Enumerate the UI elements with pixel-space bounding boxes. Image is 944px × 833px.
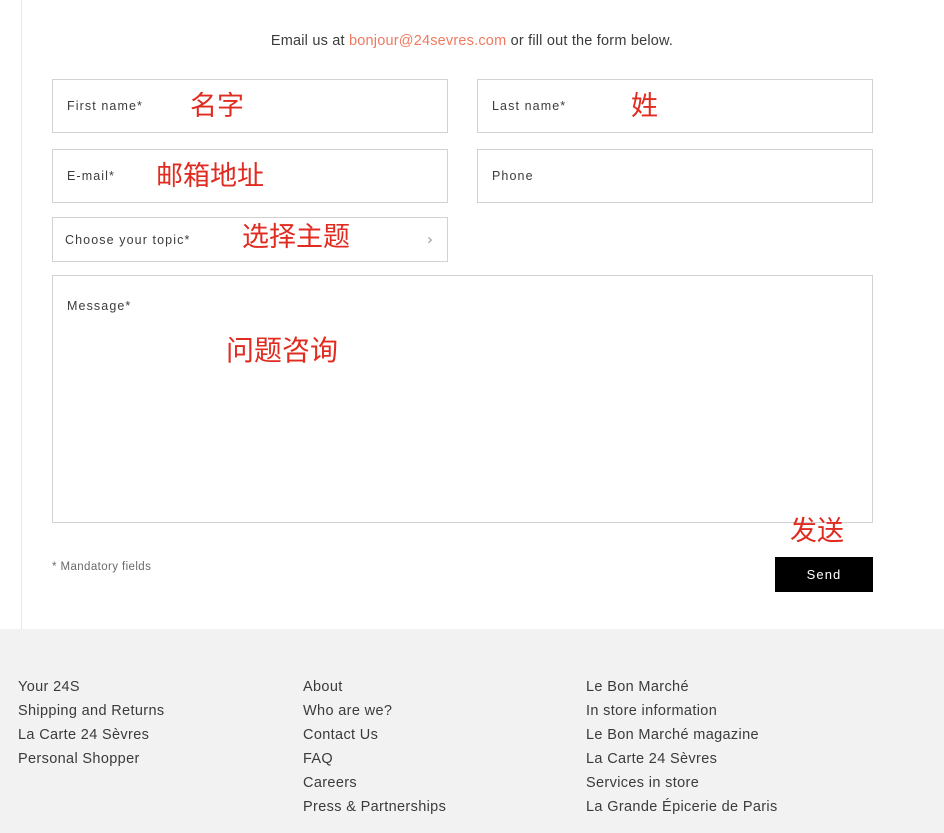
footer-column-about: About Who are we? Contact Us FAQ Careers… (303, 675, 573, 819)
footer-link[interactable]: Your 24S (18, 675, 288, 699)
phone-label: Phone (492, 169, 534, 183)
footer-link[interactable]: FAQ (303, 747, 573, 771)
footer-link[interactable]: La Grande Épicerie de Paris (586, 795, 886, 819)
footer-column-your-24s: Your 24S Shipping and Returns La Carte 2… (18, 675, 288, 771)
footer-link[interactable]: In store information (586, 699, 886, 723)
last-name-label: Last name* (492, 99, 567, 113)
phone-field[interactable]: Phone (477, 149, 873, 203)
footer-columns: Your 24S Shipping and Returns La Carte 2… (0, 629, 944, 833)
footer-link[interactable]: Personal Shopper (18, 747, 288, 771)
message-label: Message* (67, 299, 132, 313)
footer-link[interactable]: Services in store (586, 771, 886, 795)
email-label: E-mail* (67, 169, 115, 183)
footer-link[interactable]: Who are we? (303, 699, 573, 723)
footer-link[interactable]: Contact Us (303, 723, 573, 747)
send-button[interactable]: Send (775, 557, 873, 592)
email-annotation: 邮箱地址 (156, 161, 264, 192)
mandatory-fields-note: * Mandatory fields (52, 561, 152, 573)
first-name-label: First name* (67, 99, 144, 113)
send-annotation: 发送 (790, 516, 844, 547)
first-name-field[interactable]: First name* (52, 79, 448, 133)
footer-link[interactable]: La Carte 24 Sèvres (586, 747, 886, 771)
first-name-annotation: 名字 (190, 91, 244, 122)
footer-link[interactable]: Le Bon Marché magazine (586, 723, 886, 747)
footer-link[interactable]: Shipping and Returns (18, 699, 288, 723)
last-name-field[interactable]: Last name* (477, 79, 873, 133)
message-annotation: 问题咨询 (226, 334, 339, 367)
topic-label: Choose your topic* (65, 232, 191, 247)
footer-link[interactable]: Press & Partnerships (303, 795, 573, 819)
footer-link[interactable]: About (303, 675, 573, 699)
contact-form: First name* 名字 Last name* 姓 E-mail* 邮箱地址… (0, 0, 944, 629)
footer-link[interactable]: Careers (303, 771, 573, 795)
footer-link[interactable]: La Carte 24 Sèvres (18, 723, 288, 747)
topic-annotation: 选择主题 (242, 222, 350, 253)
site-footer: Your 24S Shipping and Returns La Carte 2… (0, 629, 944, 833)
footer-column-le-bon-marche: Le Bon Marché In store information Le Bo… (586, 675, 886, 819)
footer-link[interactable]: Le Bon Marché (586, 675, 886, 699)
last-name-annotation: 姓 (631, 91, 658, 122)
message-textarea[interactable]: Message* (52, 275, 873, 523)
chevron-right-icon: › (427, 230, 433, 248)
